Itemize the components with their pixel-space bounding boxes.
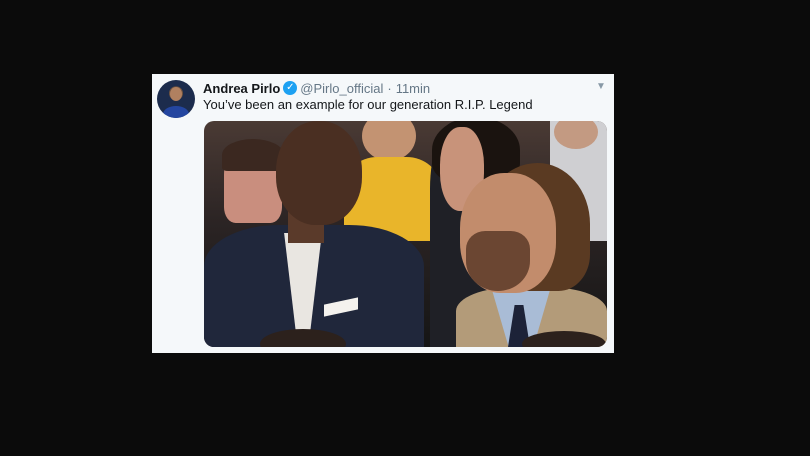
photo-bg-hair-left <box>222 139 284 171</box>
photo-man-left-head <box>276 121 362 225</box>
tweet-photo[interactable] <box>204 121 607 347</box>
photo-bg-head-yellow <box>362 121 416 161</box>
tweet-text: You’ve been an example for our generatio… <box>203 97 533 112</box>
avatar-face <box>170 87 182 101</box>
verified-badge-icon: ✓ <box>283 81 298 95</box>
author-avatar[interactable] <box>157 80 195 118</box>
photo-man-right-beard <box>466 231 530 291</box>
avatar-shirt <box>163 106 189 118</box>
tweet-card[interactable]: Andrea Pirlo ✓ @Pirlo_official · 11min ▼… <box>152 74 614 353</box>
tweet-header: Andrea Pirlo ✓ @Pirlo_official · 11min <box>203 79 430 97</box>
separator-dot: · <box>387 80 392 96</box>
author-name[interactable]: Andrea Pirlo <box>203 81 280 96</box>
tweet-timestamp[interactable]: 11min <box>396 81 430 96</box>
chevron-down-icon[interactable]: ▼ <box>594 80 608 94</box>
author-handle[interactable]: @Pirlo_official <box>300 81 383 96</box>
